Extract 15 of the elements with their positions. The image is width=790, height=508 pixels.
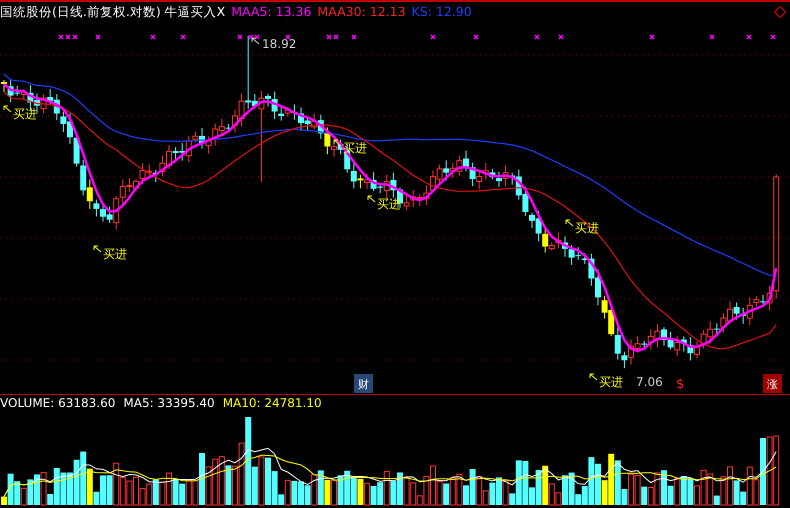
volume-legend-value: VOLUME: 63183.60 [0, 395, 116, 412]
volume-legend-value: MA10: 24781.10 [222, 395, 322, 412]
dividend-marker: $ [676, 377, 684, 392]
volume-legend-value: MA5: 33395.40 [123, 395, 215, 412]
indicator-value: MAA30: 12.13 [317, 3, 406, 21]
buy-signal-label: 买进 [13, 107, 37, 121]
limit-up-marker: 涨 [767, 378, 778, 391]
indicator-value: MAA5: 13.36 [231, 3, 312, 21]
indicator-value: KS: 12.90 [412, 3, 472, 21]
buy-signal-label: 买进 [103, 247, 127, 261]
finance-marker: 财 [358, 378, 369, 391]
high-price-label: 18.92 [262, 37, 296, 51]
chart-title: 国统股份(日线.前复权.对数) 牛逼买入X [0, 3, 226, 21]
buy-signal-label: 买进 [599, 375, 623, 389]
low-price-label: 7.06 [636, 375, 663, 389]
